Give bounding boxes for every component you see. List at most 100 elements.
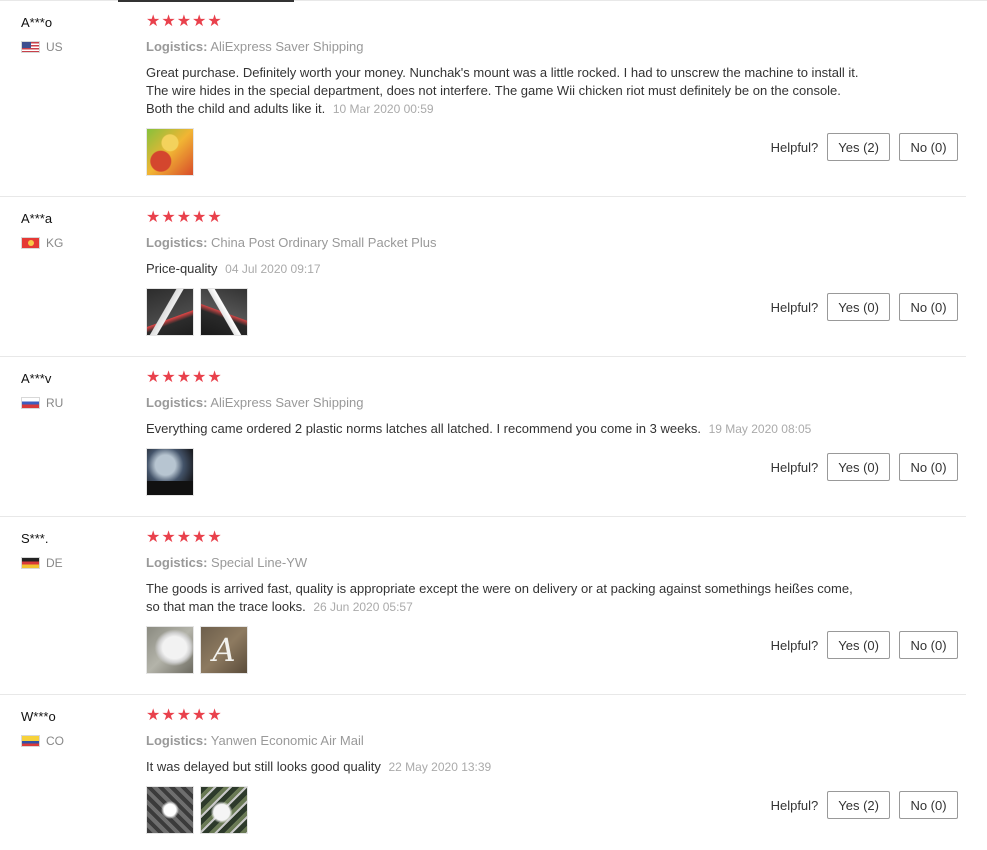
- reviewer-country: CO: [21, 734, 64, 748]
- helpful-votes: Helpful? Yes (2) No (0): [771, 133, 958, 161]
- review-photo-thumbnail[interactable]: [146, 786, 194, 834]
- reviewer-name: S***.: [21, 531, 49, 546]
- star-icon: ★: [176, 209, 192, 226]
- review-body: It was delayed but still looks good qual…: [146, 758, 866, 776]
- reviewer-country: KG: [21, 236, 63, 250]
- star-rating: ★ ★ ★ ★ ★: [146, 13, 222, 31]
- star-icon: ★: [161, 529, 176, 546]
- logistics-method: Yanwen Economic Air Mail: [210, 733, 364, 748]
- star-icon: ★: [192, 707, 207, 724]
- star-icon: ★: [161, 13, 176, 30]
- reviews-page: A***o US ★ ★ ★ ★ ★ Logistics: AliExpress…: [0, 0, 987, 850]
- review-date: 10 Mar 2020 00:59: [332, 102, 434, 116]
- review-photo-thumbnail[interactable]: [146, 626, 194, 674]
- helpful-no-button[interactable]: No (0): [899, 133, 958, 161]
- review-body: Everything came ordered 2 plastic norms …: [146, 420, 866, 438]
- star-icon: ★: [192, 369, 207, 386]
- helpful-label: Helpful?: [770, 637, 819, 653]
- star-rating: ★ ★ ★ ★ ★: [146, 369, 222, 387]
- star-icon: ★: [146, 369, 161, 386]
- review-text: It was delayed but still looks good qual…: [146, 759, 381, 774]
- logistics-label: Logistics:: [146, 733, 208, 748]
- review-photo-thumbnail[interactable]: A: [200, 626, 248, 674]
- review-photo-thumbnail[interactable]: [146, 448, 194, 496]
- review-text: The goods is arrived fast, quality is ap…: [146, 581, 853, 614]
- logistics-label: Logistics:: [146, 39, 208, 54]
- star-icon: ★: [207, 369, 222, 386]
- review-text: Great purchase. Definitely worth your mo…: [146, 65, 859, 116]
- star-icon: ★: [146, 13, 161, 30]
- review-photo-thumbnail[interactable]: [200, 288, 248, 336]
- logistics-method: AliExpress Saver Shipping: [210, 39, 364, 54]
- country-code: US: [46, 40, 63, 54]
- helpful-label: Helpful?: [770, 459, 819, 475]
- logistics-info: Logistics: AliExpress Saver Shipping: [146, 395, 364, 410]
- helpful-yes-button[interactable]: Yes (0): [827, 453, 890, 481]
- review-photos: [146, 786, 248, 834]
- logistics-method: Special Line-YW: [211, 555, 308, 570]
- helpful-yes-button[interactable]: Yes (0): [827, 631, 890, 659]
- helpful-label: Helpful?: [770, 797, 819, 813]
- star-icon: ★: [207, 209, 222, 226]
- reviewer-name: A***v: [21, 371, 52, 386]
- review-photo-thumbnail[interactable]: [146, 128, 194, 176]
- helpful-no-button[interactable]: No (0): [899, 293, 958, 321]
- co-flag-icon: [21, 735, 40, 747]
- star-icon: ★: [176, 13, 192, 30]
- star-icon: ★: [207, 13, 222, 30]
- reviewer-name: W***o: [21, 709, 56, 724]
- star-rating: ★ ★ ★ ★ ★: [146, 209, 222, 227]
- helpful-no-button[interactable]: No (0): [899, 791, 958, 819]
- photo-letter-glyph: A: [212, 631, 236, 669]
- star-icon: ★: [161, 707, 176, 724]
- reviewer-name: A***o: [21, 15, 53, 30]
- helpful-no-button[interactable]: No (0): [899, 453, 958, 481]
- logistics-label: Logistics:: [146, 395, 208, 410]
- ru-flag-icon: [21, 397, 40, 409]
- review-item: W***o CO ★ ★ ★ ★ ★ Logistics: Yanwen Eco…: [0, 694, 966, 850]
- country-code: RU: [46, 396, 64, 410]
- review-text: Everything came ordered 2 plastic norms …: [146, 421, 701, 436]
- reviewer-name: A***a: [21, 211, 53, 226]
- star-icon: ★: [176, 707, 192, 724]
- star-icon: ★: [207, 707, 222, 724]
- star-icon: ★: [146, 209, 161, 226]
- helpful-yes-button[interactable]: Yes (2): [827, 791, 890, 819]
- star-rating: ★ ★ ★ ★ ★: [146, 529, 222, 547]
- star-icon: ★: [146, 529, 161, 546]
- review-photos: [146, 288, 248, 336]
- reviewer-country: DE: [21, 556, 63, 570]
- review-photo-thumbnail[interactable]: [200, 786, 248, 834]
- helpful-no-button[interactable]: No (0): [899, 631, 958, 659]
- us-flag-icon: [21, 41, 40, 53]
- review-body: Great purchase. Definitely worth your mo…: [146, 64, 866, 118]
- review-body: Price-quality 04 Jul 2020 09:17: [146, 260, 866, 278]
- review-photos: [146, 448, 194, 496]
- review-item: S***. DE ★ ★ ★ ★ ★ Logistics: Special Li…: [0, 516, 966, 695]
- helpful-votes: Helpful? Yes (0) No (0): [771, 631, 958, 659]
- review-item: A***a KG ★ ★ ★ ★ ★ Logistics: China Post…: [0, 196, 966, 357]
- helpful-label: Helpful?: [770, 139, 819, 155]
- helpful-yes-button[interactable]: Yes (0): [827, 293, 890, 321]
- logistics-label: Logistics:: [146, 555, 208, 570]
- logistics-info: Logistics: AliExpress Saver Shipping: [146, 39, 364, 54]
- star-icon: ★: [192, 13, 207, 30]
- review-text: Price-quality: [146, 261, 218, 276]
- star-icon: ★: [207, 529, 222, 546]
- star-icon: ★: [161, 369, 176, 386]
- star-icon: ★: [176, 369, 192, 386]
- star-icon: ★: [192, 529, 207, 546]
- country-code: DE: [46, 556, 63, 570]
- de-flag-icon: [21, 557, 40, 569]
- logistics-info: Logistics: Yanwen Economic Air Mail: [146, 733, 364, 748]
- review-date: 26 Jun 2020 05:57: [313, 600, 413, 614]
- star-icon: ★: [176, 529, 192, 546]
- review-date: 22 May 2020 13:39: [388, 760, 492, 774]
- helpful-votes: Helpful? Yes (2) No (0): [771, 791, 958, 819]
- helpful-yes-button[interactable]: Yes (2): [827, 133, 890, 161]
- review-date: 19 May 2020 08:05: [708, 422, 812, 436]
- star-icon: ★: [146, 707, 161, 724]
- review-photo-thumbnail[interactable]: [146, 288, 194, 336]
- logistics-label: Logistics:: [146, 235, 208, 250]
- helpful-votes: Helpful? Yes (0) No (0): [771, 293, 958, 321]
